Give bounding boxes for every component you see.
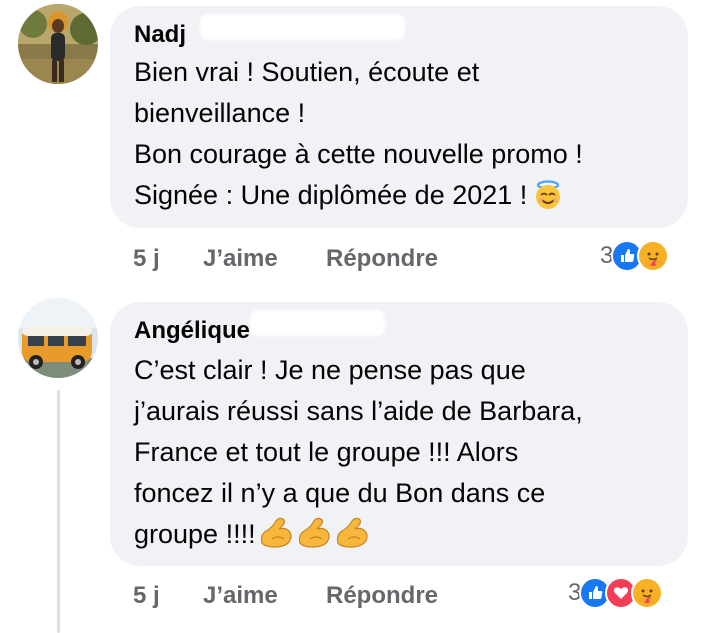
redaction [250, 310, 385, 336]
reaction-summary[interactable]: 3 [568, 577, 664, 609]
comment-line: Bien vrai ! Soutien, écoute et [134, 57, 480, 87]
like-button[interactable]: J’aime [203, 581, 278, 611]
care-reaction-icon [637, 240, 670, 272]
comment-author[interactable]: Nadj [134, 20, 186, 50]
comment-line: C’est clair ! Je ne pense pas que [134, 355, 526, 385]
redaction [200, 14, 405, 40]
timestamp[interactable]: 5 j [133, 244, 160, 274]
flexed-biceps-icon [258, 517, 372, 561]
care-reaction-icon [631, 577, 664, 609]
comment-line: groupe !!!! [134, 519, 256, 549]
like-button[interactable]: J’aime [203, 244, 278, 274]
comment-bubble: Nadj Bien vrai ! Soutien, écoute et bien… [110, 6, 688, 228]
comment-bubble: Angélique C’est clair ! Je ne pense pas … [110, 302, 688, 566]
smiling-face-with-halo-icon [533, 180, 563, 222]
comment-line: j’aurais réussi sans l’aide de Barbara, [134, 396, 583, 426]
comment-line: France et tout le groupe !!! Alors [134, 437, 519, 467]
timestamp[interactable]: 5 j [133, 581, 160, 611]
reply-thread-line [57, 390, 60, 633]
avatar-nadj[interactable] [18, 4, 98, 84]
comment-text: C’est clair ! Je ne pense pas que j’aura… [134, 350, 583, 555]
avatar-angelique[interactable] [18, 298, 98, 378]
comment-text: Bien vrai ! Soutien, écoute et bienveill… [134, 52, 583, 216]
comment-line: Bon courage à cette nouvelle promo ! [134, 139, 583, 169]
comment-line: bienveillance ! [134, 98, 306, 128]
comment-author[interactable]: Angélique [134, 316, 250, 346]
reply-button[interactable]: Répondre [326, 581, 438, 611]
comment-line: Signée : Une diplômée de 2021 ! [134, 180, 528, 210]
reply-button[interactable]: Répondre [326, 244, 438, 274]
reaction-summary[interactable]: 3 [600, 240, 670, 272]
comment-line: foncez il n’y a que du Bon dans ce [134, 478, 546, 508]
